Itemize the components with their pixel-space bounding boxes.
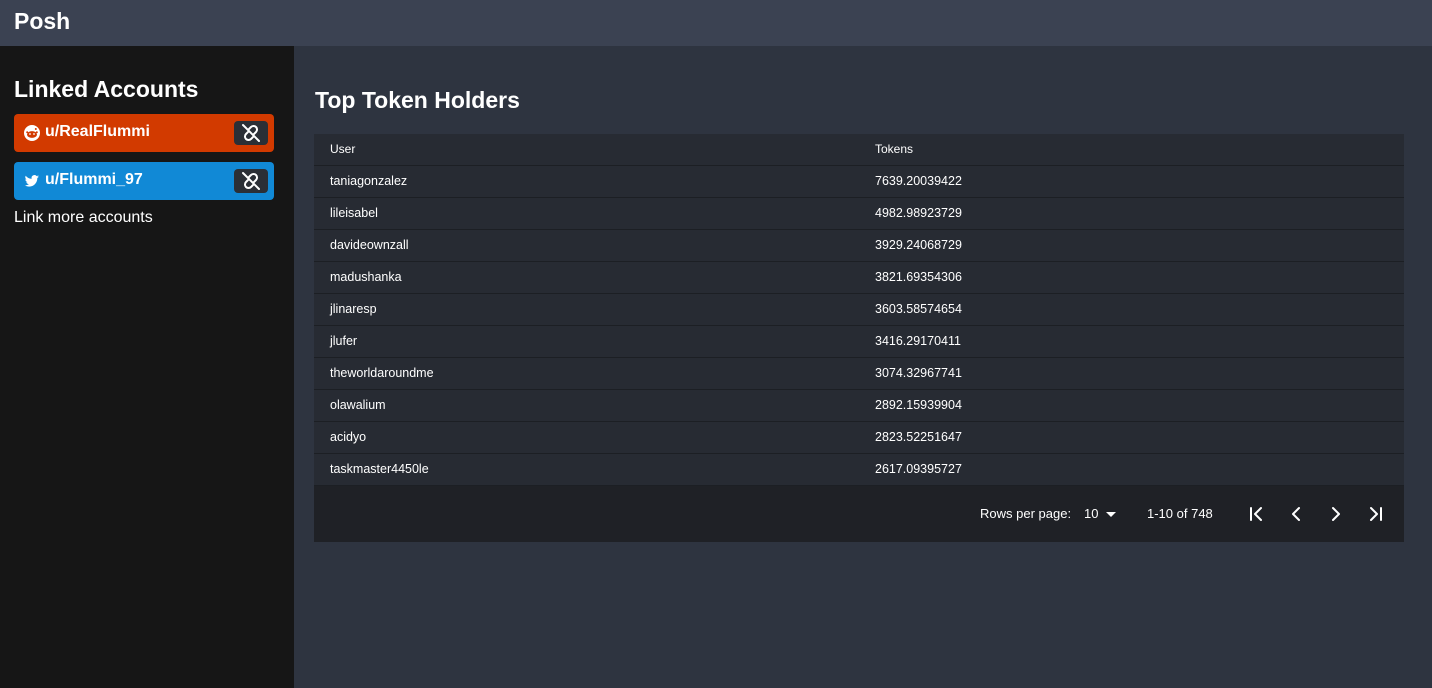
cell-user: madushanka bbox=[314, 261, 859, 294]
table-row: taskmaster4450le 2617.09395727 bbox=[314, 453, 1404, 486]
cell-user: davideownzall bbox=[314, 229, 859, 262]
unlink-reddit-button[interactable] bbox=[234, 121, 268, 145]
cell-tokens: 3603.58574654 bbox=[859, 293, 1404, 326]
table-row: acidyo 2823.52251647 bbox=[314, 421, 1404, 454]
next-page-button[interactable] bbox=[1324, 502, 1348, 526]
rows-per-page-select[interactable]: 10 bbox=[1084, 506, 1117, 521]
page-title: Top Token Holders bbox=[315, 87, 520, 113]
last-page-button[interactable] bbox=[1364, 502, 1388, 526]
cell-user: theworldaroundme bbox=[314, 357, 859, 390]
table-row: jlufer 3416.29170411 bbox=[314, 325, 1404, 358]
linked-account-reddit[interactable]: u/RealFlummi bbox=[14, 114, 274, 152]
table-header-row: User Tokens bbox=[314, 134, 1404, 166]
table-row: madushanka 3821.69354306 bbox=[314, 261, 1404, 294]
column-header-user[interactable]: User bbox=[314, 134, 859, 166]
cell-tokens: 3416.29170411 bbox=[859, 325, 1404, 358]
cell-user: lileisabel bbox=[314, 197, 859, 230]
top-bar: Posh bbox=[0, 0, 1432, 46]
linked-account-twitter[interactable]: u/Flummi_97 bbox=[14, 162, 274, 200]
cell-user: olawalium bbox=[314, 389, 859, 422]
pagination-range: 1-10 of 748 bbox=[1147, 506, 1213, 521]
unlink-icon bbox=[242, 124, 260, 142]
table-row: jlinaresp 3603.58574654 bbox=[314, 293, 1404, 326]
account-name: u/RealFlummi bbox=[45, 123, 150, 140]
sidebar: Linked Accounts u/RealFlummi u/Flummi_97… bbox=[0, 46, 294, 688]
last-page-icon bbox=[1370, 507, 1382, 521]
cell-user: jlinaresp bbox=[314, 293, 859, 326]
cell-tokens: 2823.52251647 bbox=[859, 421, 1404, 454]
table-row: olawalium 2892.15939904 bbox=[314, 389, 1404, 422]
caret-down-icon bbox=[1106, 512, 1117, 518]
cell-tokens: 7639.20039422 bbox=[859, 165, 1404, 198]
rows-per-page-label: Rows per page: bbox=[980, 506, 1072, 521]
column-header-tokens[interactable]: Tokens bbox=[859, 134, 1404, 166]
app-title[interactable]: Posh bbox=[14, 8, 70, 35]
cell-tokens: 3821.69354306 bbox=[859, 261, 1404, 294]
sidebar-title: Linked Accounts bbox=[14, 76, 199, 102]
cell-user: jlufer bbox=[314, 325, 859, 358]
table-row: lileisabel 4982.98923729 bbox=[314, 197, 1404, 230]
reddit-icon bbox=[24, 125, 40, 141]
unlink-icon bbox=[242, 172, 260, 190]
cell-tokens: 4982.98923729 bbox=[859, 197, 1404, 230]
token-holders-table: User Tokens taniagonzalez 7639.20039422 li… bbox=[314, 134, 1404, 542]
table-row: theworldaroundme 3074.32967741 bbox=[314, 357, 1404, 390]
cell-user: acidyo bbox=[314, 421, 859, 454]
unlink-twitter-button[interactable] bbox=[234, 169, 268, 193]
cell-tokens: 2617.09395727 bbox=[859, 453, 1404, 486]
cell-tokens: 2892.15939904 bbox=[859, 389, 1404, 422]
chevron-right-icon bbox=[1332, 507, 1340, 521]
twitter-icon bbox=[24, 175, 39, 187]
chevron-left-icon bbox=[1292, 507, 1300, 521]
table-row: taniagonzalez 7639.20039422 bbox=[314, 165, 1404, 198]
table-row: davideownzall 3929.24068729 bbox=[314, 229, 1404, 262]
link-more-accounts-link[interactable]: Link more accounts bbox=[14, 209, 153, 227]
cell-user: taskmaster4450le bbox=[314, 453, 859, 486]
previous-page-button[interactable] bbox=[1284, 502, 1308, 526]
first-page-button[interactable] bbox=[1244, 502, 1268, 526]
cell-tokens: 3074.32967741 bbox=[859, 357, 1404, 390]
cell-user: taniagonzalez bbox=[314, 165, 859, 198]
table-pagination: Rows per page: 10 1-10 of 748 bbox=[314, 486, 1404, 542]
account-name: u/Flummi_97 bbox=[45, 171, 143, 188]
first-page-icon bbox=[1250, 507, 1262, 521]
cell-tokens: 3929.24068729 bbox=[859, 229, 1404, 262]
rows-per-page-value: 10 bbox=[1084, 506, 1099, 521]
